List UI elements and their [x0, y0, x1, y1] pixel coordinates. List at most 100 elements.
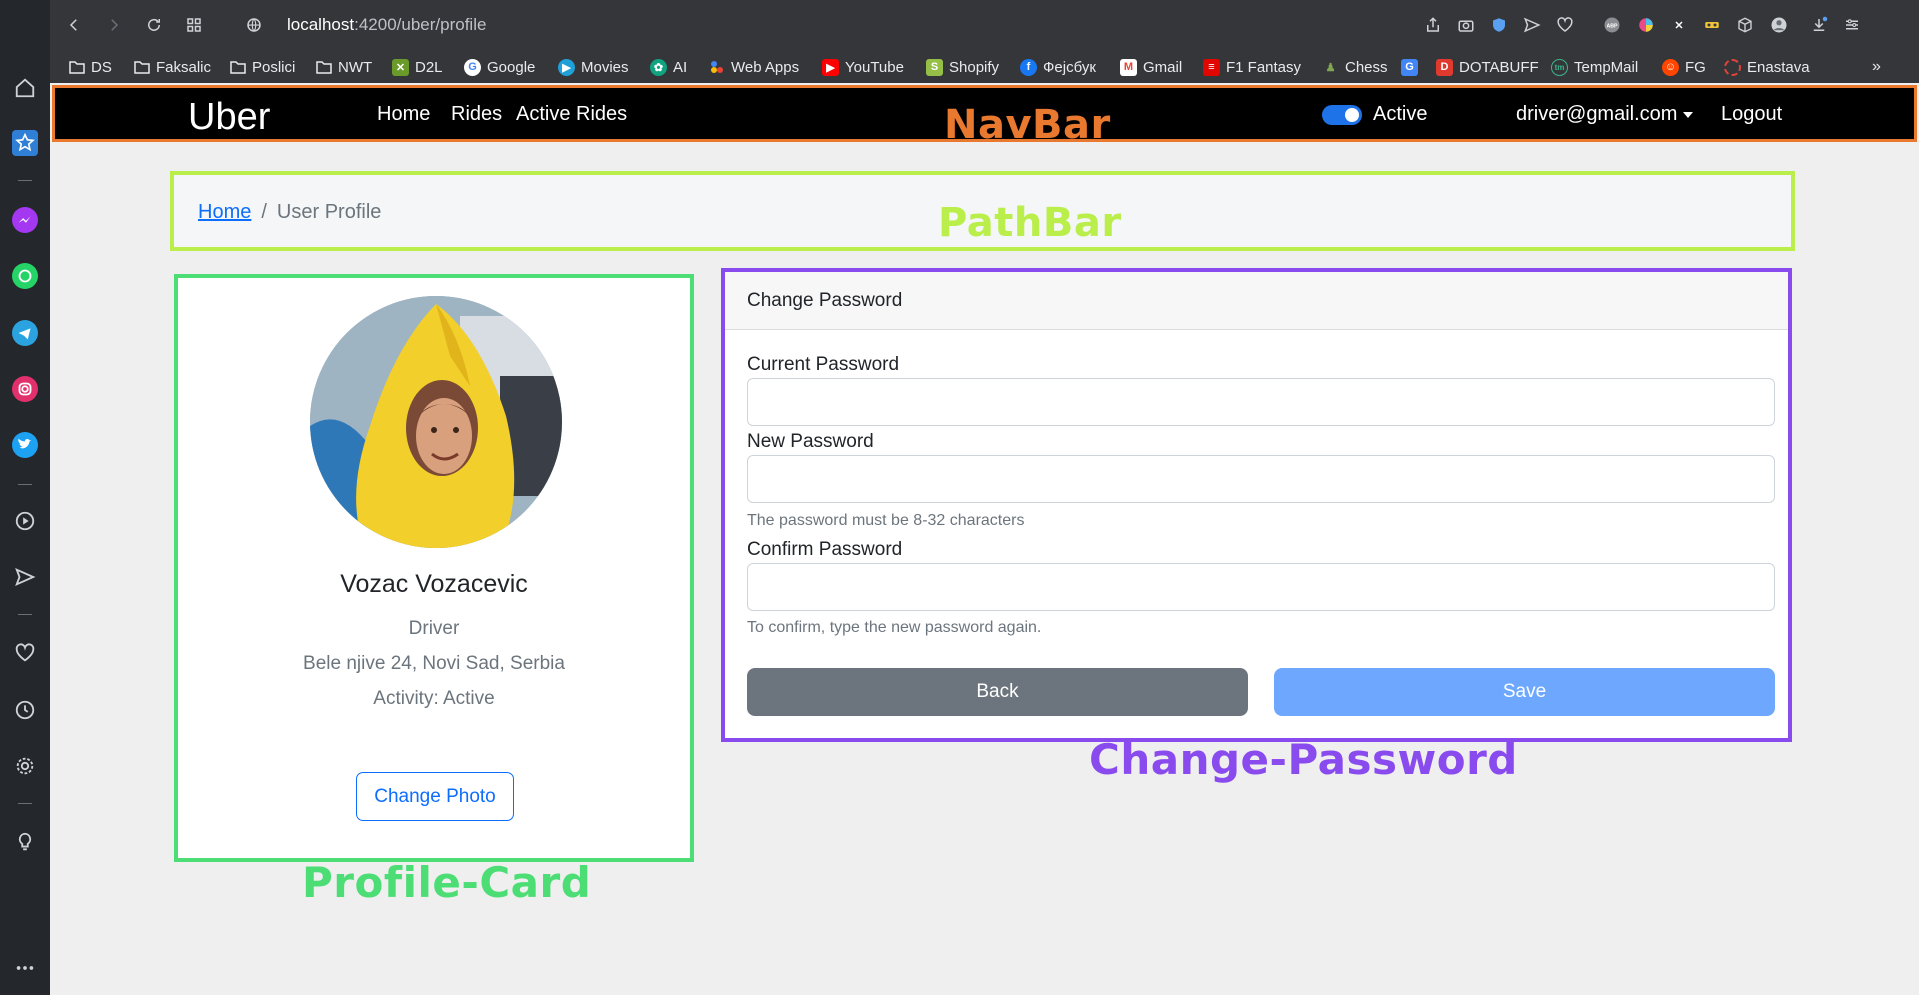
forward-arrow-icon[interactable] [102, 13, 126, 37]
bookmark-enastava[interactable]: Enastava [1724, 56, 1810, 78]
browser-sidebar [0, 0, 50, 995]
navbar-annotation: NavBar [944, 102, 1111, 148]
dotabuff-icon: D [1436, 58, 1453, 76]
glasses-extension-icon[interactable] [1701, 14, 1723, 36]
heart-icon[interactable] [1554, 14, 1576, 36]
nav-home-link[interactable]: Home [377, 103, 430, 126]
more-icon[interactable] [12, 955, 38, 981]
bookmark-label: Movies [581, 58, 629, 76]
bookmark-faksalic[interactable]: Faksalic [133, 56, 211, 78]
home-icon[interactable] [12, 75, 38, 101]
bookmark-label: Gmail [1143, 58, 1183, 76]
bookmark-translate[interactable]: G [1401, 56, 1418, 78]
bookmark-shopify[interactable]: S Shopify [926, 56, 999, 78]
whatsapp-icon[interactable] [12, 263, 38, 289]
bookmarks-star-icon[interactable] [12, 130, 38, 156]
breadcrumb-home-link[interactable]: Home [198, 201, 251, 224]
browser-toolbar: localhost:4200/uber/profile ABP [50, 0, 1919, 50]
settings-icon[interactable] [12, 753, 38, 779]
bookmark-google[interactable]: G Google [464, 56, 535, 78]
history-icon[interactable] [12, 697, 38, 723]
youtube-icon: ▶ [822, 58, 839, 76]
bookmark-gmail[interactable]: M Gmail [1120, 56, 1182, 78]
current-password-input[interactable] [747, 378, 1775, 426]
change-photo-button[interactable]: Change Photo [356, 772, 514, 821]
player-icon[interactable] [12, 508, 38, 534]
bookmark-d2l[interactable]: ✕ D2L [392, 56, 443, 78]
user-dropdown[interactable]: driver@gmail.com [1516, 103, 1694, 126]
active-toggle[interactable] [1322, 105, 1362, 125]
bookmark-ds[interactable]: DS [68, 56, 112, 78]
instagram-icon[interactable] [12, 376, 38, 402]
send-icon[interactable] [1521, 14, 1543, 36]
cube-icon[interactable] [1734, 14, 1756, 36]
bookmark-poslici[interactable]: Poslici [229, 56, 295, 78]
bookmark-fg[interactable]: ☺ FG [1662, 56, 1706, 78]
download-icon[interactable] [1808, 14, 1830, 36]
google-icon: G [464, 58, 481, 76]
active-toggle-label: Active [1373, 103, 1428, 125]
profile-role: Driver [408, 618, 460, 639]
bookmark-label: Фејсбук [1043, 58, 1096, 76]
color-wheel-icon[interactable] [1635, 14, 1657, 36]
d2l-icon: ✕ [392, 58, 409, 76]
reload-icon[interactable] [142, 13, 166, 37]
bookmark-facebook[interactable]: f Фејсбук [1020, 56, 1096, 78]
bookmarks-bar: DS Faksalic Poslici NWT ✕ D2L G Google ▶ Mo… [50, 50, 1919, 83]
bookmark-chess[interactable]: ♟ Chess [1322, 56, 1388, 78]
bookmark-label: Shopify [949, 58, 1000, 76]
adblock-icon[interactable]: ABP [1601, 14, 1623, 36]
bookmark-label: Web Apps [731, 58, 800, 76]
lightbulb-icon[interactable] [12, 829, 38, 855]
logout-link[interactable]: Logout [1721, 103, 1782, 126]
bookmark-youtube[interactable]: ▶ YouTube [822, 56, 904, 78]
bookmark-f1-fantasy[interactable]: ≡ F1 Fantasy [1203, 56, 1301, 78]
shield-icon[interactable] [1488, 14, 1510, 36]
site-info-icon[interactable] [242, 13, 266, 37]
url-host: localhost [287, 15, 355, 34]
breadcrumb-current: User Profile [276, 201, 382, 223]
confirm-password-label: Confirm Password [747, 539, 903, 560]
back-arrow-icon[interactable] [62, 13, 86, 37]
new-password-input[interactable] [747, 455, 1775, 503]
new-password-label: New Password [747, 431, 874, 452]
messenger-icon[interactable] [12, 207, 38, 233]
nav-rides-link[interactable]: Rides [451, 103, 502, 126]
bookmark-dotabuff[interactable]: D DOTABUFF [1436, 56, 1539, 78]
tempmail-icon: tm [1551, 58, 1568, 76]
bookmark-label: DOTABUFF [1459, 58, 1539, 76]
folder-icon [68, 59, 85, 76]
bookmark-web-apps[interactable]: Web Apps [708, 56, 799, 78]
nav-active-rides-link[interactable]: Active Rides [516, 103, 627, 126]
bookmark-ai[interactable]: ✿ AI [650, 56, 687, 78]
confirm-password-input[interactable] [747, 563, 1775, 611]
bookmark-label: Faksalic [156, 58, 212, 76]
back-button[interactable]: Back [747, 668, 1248, 716]
save-button[interactable]: Save [1274, 668, 1775, 716]
shopify-icon: S [926, 58, 943, 76]
bookmark-tempmail[interactable]: tm TempMail [1551, 56, 1638, 78]
tabs-grid-icon[interactable] [182, 13, 206, 37]
bookmark-movies[interactable]: ▶ Movies [558, 56, 629, 78]
twitter-icon[interactable] [12, 432, 38, 458]
bookmark-label: D2L [415, 58, 443, 76]
bookmark-label: Poslici [252, 58, 296, 76]
heart-icon[interactable] [12, 640, 38, 666]
bookmark-label: AI [673, 58, 688, 76]
brand-logo[interactable]: Uber [188, 96, 270, 139]
bookmark-nwt[interactable]: NWT [315, 56, 372, 78]
bookmarks-overflow-icon[interactable]: » [1872, 56, 1881, 78]
card-title: Change Password [747, 290, 903, 311]
settings-sliders-icon[interactable] [1841, 14, 1863, 36]
bookmark-label: NWT [338, 58, 373, 76]
profile-avatar-icon[interactable] [1768, 14, 1790, 36]
camera-icon[interactable] [1455, 14, 1477, 36]
send-icon[interactable] [12, 564, 38, 590]
movies-icon: ▶ [558, 58, 575, 76]
x-extension-icon[interactable] [1668, 14, 1690, 36]
bookmark-label: Google [487, 58, 536, 76]
share-icon[interactable] [1422, 14, 1444, 36]
telegram-icon[interactable] [12, 320, 38, 346]
profile-name: Vozac Vozacevic [340, 570, 528, 598]
address-bar[interactable]: localhost:4200/uber/profile [287, 15, 486, 35]
